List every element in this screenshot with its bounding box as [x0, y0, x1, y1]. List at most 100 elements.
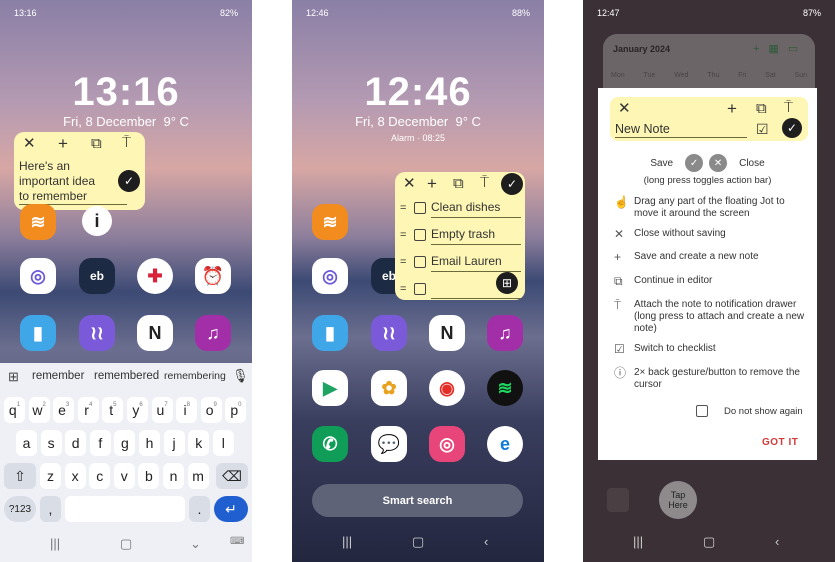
space-key[interactable] [65, 496, 185, 522]
floating-note[interactable]: ✕ + ⧉ ⍑ New Note ☑ ✓ [610, 97, 808, 141]
app-info[interactable]: i [82, 206, 112, 236]
app-notion[interactable]: N [429, 315, 465, 351]
save-check-icon[interactable]: ✓ [118, 170, 140, 192]
app-eb[interactable]: eb [79, 258, 115, 294]
back-icon[interactable]: ‹ [775, 534, 779, 549]
apps-grid-icon[interactable]: ⊞ [8, 369, 19, 385]
home-icon[interactable]: ▢ [120, 536, 132, 552]
item-checkbox[interactable] [414, 229, 426, 241]
app-notion[interactable]: N [137, 315, 173, 351]
suggestion[interactable]: remembering [164, 370, 226, 382]
app-alarm[interactable]: ⏰ [195, 258, 231, 294]
app-photos[interactable]: ✿ [371, 370, 407, 406]
calendar-actions[interactable]: +▦▭ [753, 42, 807, 55]
drag-handle-icon[interactable]: = [400, 202, 406, 214]
key[interactable]: g [114, 430, 136, 456]
key[interactable]: p0 [225, 397, 247, 423]
key[interactable]: t5 [102, 397, 124, 423]
checklist-item[interactable]: Clean dishes [431, 200, 500, 214]
checklist-item[interactable]: Empty trash [431, 227, 495, 241]
key[interactable]: i8 [176, 397, 198, 423]
suggestion[interactable]: remembered [94, 370, 159, 382]
key[interactable]: l [212, 430, 234, 456]
recents-icon[interactable]: ||| [50, 536, 60, 551]
key[interactable]: x [64, 463, 86, 489]
app-music[interactable]: ♫ [195, 315, 231, 351]
key[interactable]: n [163, 463, 184, 489]
key[interactable]: j [163, 430, 185, 456]
app-phone[interactable]: ✆ [312, 426, 348, 462]
key[interactable]: w2 [28, 397, 50, 423]
app-plus[interactable]: ✚ [137, 258, 173, 294]
add-item-icon[interactable]: ⊞ [496, 272, 518, 294]
recents-icon[interactable]: ||| [633, 534, 643, 549]
note-input[interactable]: New Note [615, 122, 670, 136]
note-text[interactable]: Here's an important idea to remember [19, 159, 95, 204]
tap-here-bubble[interactable]: Tap Here [659, 481, 697, 519]
open-editor-icon[interactable]: ⧉ [453, 176, 464, 191]
app-bookmark[interactable]: ▮ [312, 315, 348, 351]
key[interactable]: z [40, 463, 61, 489]
key[interactable]: v [113, 463, 135, 489]
smart-search-bar[interactable]: Smart search [312, 484, 523, 517]
app-copilot[interactable]: ◎ [20, 258, 56, 294]
plus-icon[interactable]: + [427, 175, 437, 192]
suggestion[interactable]: remember [32, 370, 84, 382]
keyboard-switch-icon[interactable]: ⌨ [230, 536, 244, 547]
key[interactable]: y6 [127, 397, 148, 423]
got-it-button[interactable]: GOT IT [762, 437, 798, 448]
pin-icon[interactable]: ⍑ [122, 135, 131, 150]
enter-key[interactable]: ↵ [214, 496, 248, 522]
recents-icon[interactable]: ||| [342, 534, 352, 549]
save-check-icon[interactable]: ✓ [501, 173, 523, 195]
app-voice[interactable]: ≀≀ [79, 315, 115, 351]
open-editor-icon[interactable]: ⧉ [91, 136, 102, 151]
key[interactable]: u7 [151, 397, 173, 423]
floating-checklist[interactable]: ✕ + ⧉ ⍑ ✓ = Clean dishes = Empty trash = Emai… [395, 172, 525, 300]
drag-handle-icon[interactable]: = [400, 283, 406, 295]
app-edge[interactable]: e [487, 426, 523, 462]
plus-icon[interactable]: + [58, 135, 68, 152]
do-not-show-checkbox[interactable] [696, 405, 708, 417]
key[interactable]: k [188, 430, 210, 456]
shift-key[interactable]: ⇧ [4, 463, 36, 489]
save-check-icon[interactable]: ✓ [782, 118, 802, 138]
close-icon[interactable]: ✕ [403, 176, 416, 191]
backspace-key[interactable]: ⌫ [216, 463, 248, 489]
key[interactable]: q1 [4, 397, 25, 423]
key[interactable]: m [187, 463, 209, 489]
checklist-icon[interactable]: ☑ [756, 122, 769, 136]
app-audible[interactable]: ≋ [312, 204, 348, 240]
microphone-icon[interactable]: 🎙 [232, 368, 249, 384]
hide-keyboard-icon[interactable]: ⌄ [190, 536, 201, 552]
home-icon[interactable]: ▢ [412, 534, 424, 550]
app-music[interactable]: ♫ [487, 315, 523, 351]
period-key[interactable]: . [189, 496, 210, 522]
comma-key[interactable]: , [40, 496, 61, 522]
key[interactable]: e3 [53, 397, 75, 423]
app-voice[interactable]: ≀≀ [371, 315, 407, 351]
key[interactable]: b [138, 463, 160, 489]
app-audible[interactable]: ≋ [20, 204, 56, 240]
close-icon[interactable]: ✕ [23, 136, 36, 151]
key[interactable]: a [16, 430, 37, 456]
item-checkbox[interactable] [414, 283, 426, 295]
key[interactable]: o9 [200, 397, 222, 423]
app-play-store[interactable]: ▶ [312, 370, 348, 406]
key[interactable]: h [139, 430, 160, 456]
drag-handle-icon[interactable]: = [400, 229, 406, 241]
key[interactable]: f [89, 430, 111, 456]
floating-note[interactable]: ✕ + ⧉ ⍑ Here's an important idea to reme… [14, 132, 145, 210]
open-editor-icon[interactable]: ⧉ [756, 101, 767, 116]
checklist-item[interactable]: Email Lauren [431, 254, 502, 268]
key[interactable]: d [65, 430, 87, 456]
pin-icon[interactable]: ⍑ [480, 175, 489, 190]
app-bookmark[interactable]: ▮ [20, 315, 56, 351]
item-checkbox[interactable] [414, 202, 426, 214]
app-youtube-music[interactable]: ◉ [429, 370, 465, 406]
pin-icon[interactable]: ⍑ [784, 100, 793, 115]
back-icon[interactable]: ‹ [484, 534, 488, 549]
close-icon[interactable]: ✕ [618, 101, 631, 116]
item-checkbox[interactable] [414, 256, 426, 268]
key[interactable]: s [40, 430, 62, 456]
